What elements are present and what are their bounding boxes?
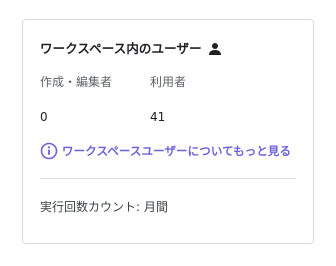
divider xyxy=(40,178,296,179)
viewers-column-label: 利用者 xyxy=(150,75,187,89)
learn-more-link[interactable]: ワークスペースユーザーについてもっと見る xyxy=(40,142,291,160)
card-header: ワークスペース内のユーザー xyxy=(40,38,222,57)
editors-column-label: 作成・編集者 xyxy=(40,75,113,89)
person-icon xyxy=(208,41,222,55)
info-icon xyxy=(40,142,58,160)
viewers-count: 41 xyxy=(150,110,166,124)
workspace-users-card: ワークスペース内のユーザー 作成・編集者 利用者 0 41 ワークスペースユーザ… xyxy=(22,19,314,244)
execution-count-label: 実行回数カウント: 月間 xyxy=(40,200,168,214)
editors-count: 0 xyxy=(40,110,48,124)
card-title: ワークスペース内のユーザー xyxy=(40,41,202,56)
learn-more-link-label[interactable]: ワークスペースユーザーについてもっと見る xyxy=(62,143,291,159)
